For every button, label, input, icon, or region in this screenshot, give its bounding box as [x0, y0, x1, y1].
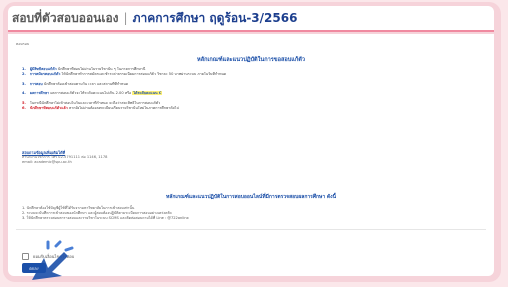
title-separator: | [123, 11, 128, 25]
rule-item: 4. ผลการศึกษา ผลการสอบแก้ตัวจะให้ระดับคะแ… [22, 91, 482, 96]
rule-lead: ผลการศึกษา [29, 91, 50, 96]
contact-office: สำนักงานวิชาการ โทร 02-5791111 ต่อ 1146,… [22, 155, 108, 159]
rule-number: 1. [22, 67, 26, 71]
rule-item: 6. นักศึกษาที่สอบแก้ตัวแล้ว หากยังไม่ผ่าน… [22, 106, 482, 111]
rule-text: ให้นักศึกษาทำการสมัครและชำระค่าธรรมเนียม… [61, 71, 227, 76]
rules-title: หลักเกณฑ์และแนวปฏิบัติในการขอสอบแก้ตัว [196, 57, 306, 63]
rule-item: 2. การสมัครสอบแก้ตัว ให้นักศึกษาทำการสมัค… [22, 72, 482, 77]
rule-number: 3. [22, 81, 26, 86]
rules-list: 1. ผู้มีสิทธิ์สอบแก้ตัว นักศึกษาที่สอบไม่… [22, 67, 482, 111]
divider [16, 229, 486, 230]
rule-text: ในกรณีนักศึกษาไม่เข้าสอบในวันและเวลาที่ก… [29, 101, 161, 106]
page-title: สอบที่ตัวสอบออนเอง [12, 10, 119, 25]
rule-text: นักศึกษาที่สอบไม่ผ่านในรายวิชานั้น ๆ ในภ… [57, 67, 146, 71]
pointer-cursor-icon [32, 240, 74, 280]
semester-title: ภาคการศึกษา ฤดูร้อน-3/2566 [132, 10, 298, 25]
rule-number: 5. [22, 101, 26, 106]
contact-email[interactable]: email: academic@spu.ac.th [22, 160, 107, 165]
grade-badge: ได้ระดับคะแนน C [132, 91, 163, 96]
online-rule-item: 3. ให้นักศึกษาตรวจสอบตารางสอบและรายวิชาใ… [22, 215, 189, 220]
section-tag: ตอบรอบ [16, 42, 30, 46]
rule-item: 3. การสอบ นักศึกษาต้องเข้าสอบตามวัน เวลา … [22, 82, 482, 87]
rule-number: 2. [22, 71, 26, 76]
rule-lead: การสมัครสอบแก้ตัว [29, 71, 61, 76]
contact-info: สอบถามข้อมูลเพิ่มเติมได้ที่ สำนักงานวิชา… [22, 150, 107, 164]
rule-lead: การสอบ [29, 81, 43, 86]
rule-lead: ผู้มีสิทธิ์สอบแก้ตัว [29, 67, 57, 71]
rule-text: หากยังไม่ผ่านต้องลงทะเบียนเรียนรายวิชานั… [68, 105, 179, 110]
online-rules-title: หลักเกณฑ์และแนวปฏิบัติในการสอบออนไลน์ที่… [166, 194, 336, 200]
rule-lead: นักศึกษาที่สอบแก้ตัวแล้ว [29, 105, 68, 110]
online-rules-list: 1. นักศึกษาต้องใช้บัญชีผู้ใช้ที่ได้รับจา… [22, 206, 482, 220]
content-card: ตอบรอบ หลักเกณฑ์และแนวปฏิบัติในการขอสอบแ… [8, 34, 494, 276]
rule-text: ผลการสอบแก้ตัวจะให้ระดับคะแนนไม่เกิน 2.0… [50, 91, 132, 96]
rule-number: 6. [22, 105, 26, 110]
rule-text: นักศึกษาต้องเข้าสอบตามวัน เวลา และสถานที… [43, 81, 129, 86]
rule-number: 4. [22, 91, 26, 96]
page-header: สอบที่ตัวสอบออนเอง | ภาคการศึกษา ฤดูร้อน… [8, 6, 494, 32]
